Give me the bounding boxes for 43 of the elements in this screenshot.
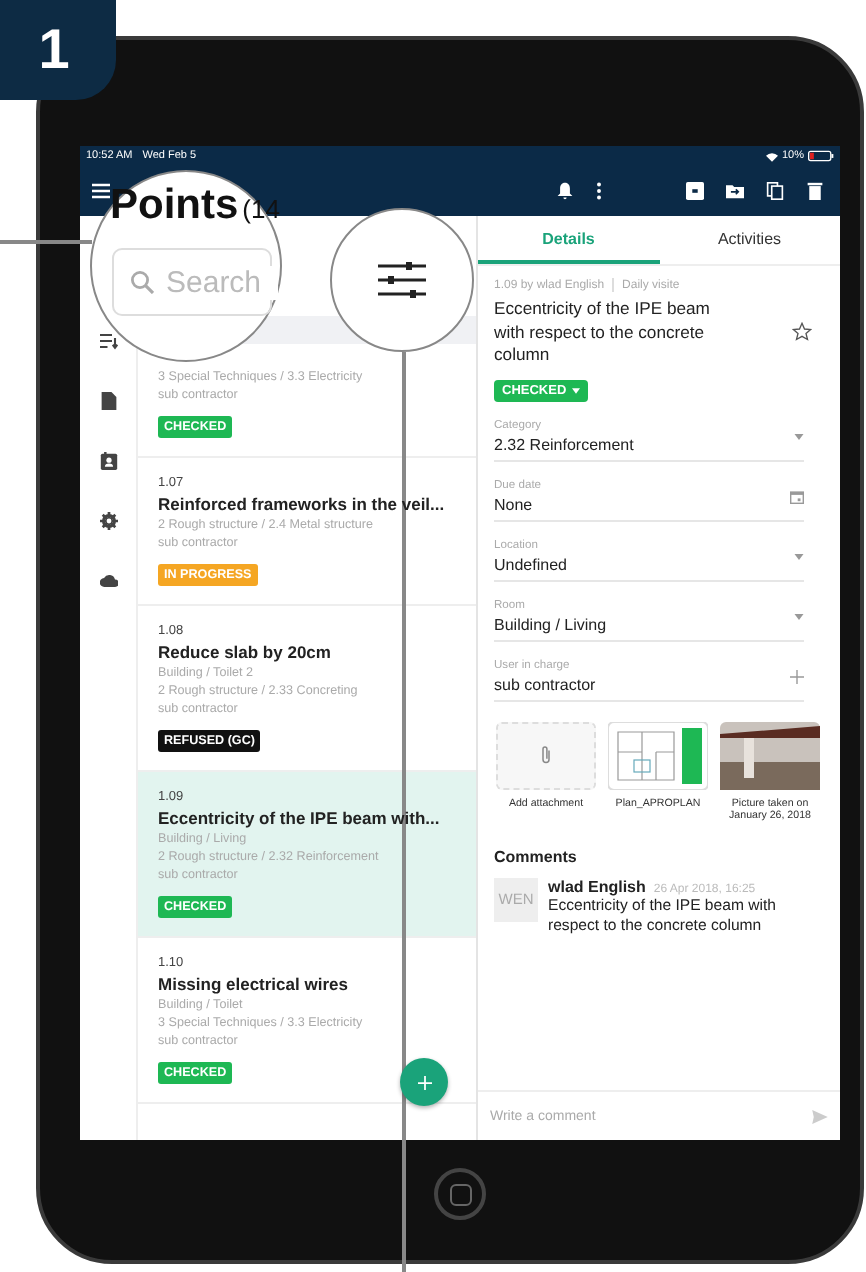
sort-list-icon[interactable] xyxy=(99,332,117,350)
folder-icon[interactable] xyxy=(726,182,744,200)
calendar-icon xyxy=(790,489,804,503)
comments-heading: Comments xyxy=(494,847,579,865)
bell-icon[interactable] xyxy=(556,182,574,200)
search-field[interactable]: Search xyxy=(112,248,272,316)
field-value: Undefined xyxy=(494,553,569,575)
photo-placeholder[interactable] xyxy=(720,721,820,789)
trash-icon[interactable] xyxy=(806,182,824,200)
copy-icon[interactable] xyxy=(766,182,784,200)
cloud-icon[interactable] xyxy=(99,572,117,590)
field-value: 2.32 Reinforcement xyxy=(494,433,636,455)
dropdown-arrow-icon xyxy=(794,553,804,559)
wifi-icon xyxy=(765,151,778,161)
dropdown-arrow-icon xyxy=(794,433,804,439)
home-button[interactable] xyxy=(434,1168,486,1220)
dropdown-arrow-icon xyxy=(794,613,804,619)
point-title: Missing electrical wires xyxy=(158,972,350,996)
paperclip-icon xyxy=(540,744,552,766)
menu-icon[interactable] xyxy=(92,182,110,200)
document-icon[interactable] xyxy=(99,392,117,410)
more-icon[interactable] xyxy=(596,182,602,200)
search-icon xyxy=(130,270,154,294)
floor-plan-thumbnail[interactable] xyxy=(608,721,708,789)
battery-icon xyxy=(808,150,834,162)
star-icon[interactable] xyxy=(792,322,812,343)
archive-icon[interactable] xyxy=(686,182,704,200)
point-title: Reduce slab by 20cm xyxy=(158,640,333,664)
caret-icon xyxy=(572,387,581,393)
field-value: sub contractor xyxy=(494,673,598,695)
contact-card-icon[interactable] xyxy=(99,452,117,470)
settings-icon[interactable] xyxy=(99,512,117,530)
list-title: Points xyxy=(110,182,239,228)
point-title: Eccentricity of the IPE beam with respect to the concrete column xyxy=(494,298,712,367)
comment-author: wlad English xyxy=(548,877,646,895)
add-icon xyxy=(790,669,804,683)
point-title: Eccentricity of the IPE beam with... xyxy=(158,806,442,830)
field-value: None xyxy=(494,493,535,515)
field-value: Building / Living xyxy=(494,613,609,635)
step-number: 1 xyxy=(0,0,116,100)
point-title: Reinforced frameworks in the veil... xyxy=(158,492,447,516)
filter-icon[interactable] xyxy=(378,262,426,298)
plus-icon xyxy=(417,1075,431,1089)
